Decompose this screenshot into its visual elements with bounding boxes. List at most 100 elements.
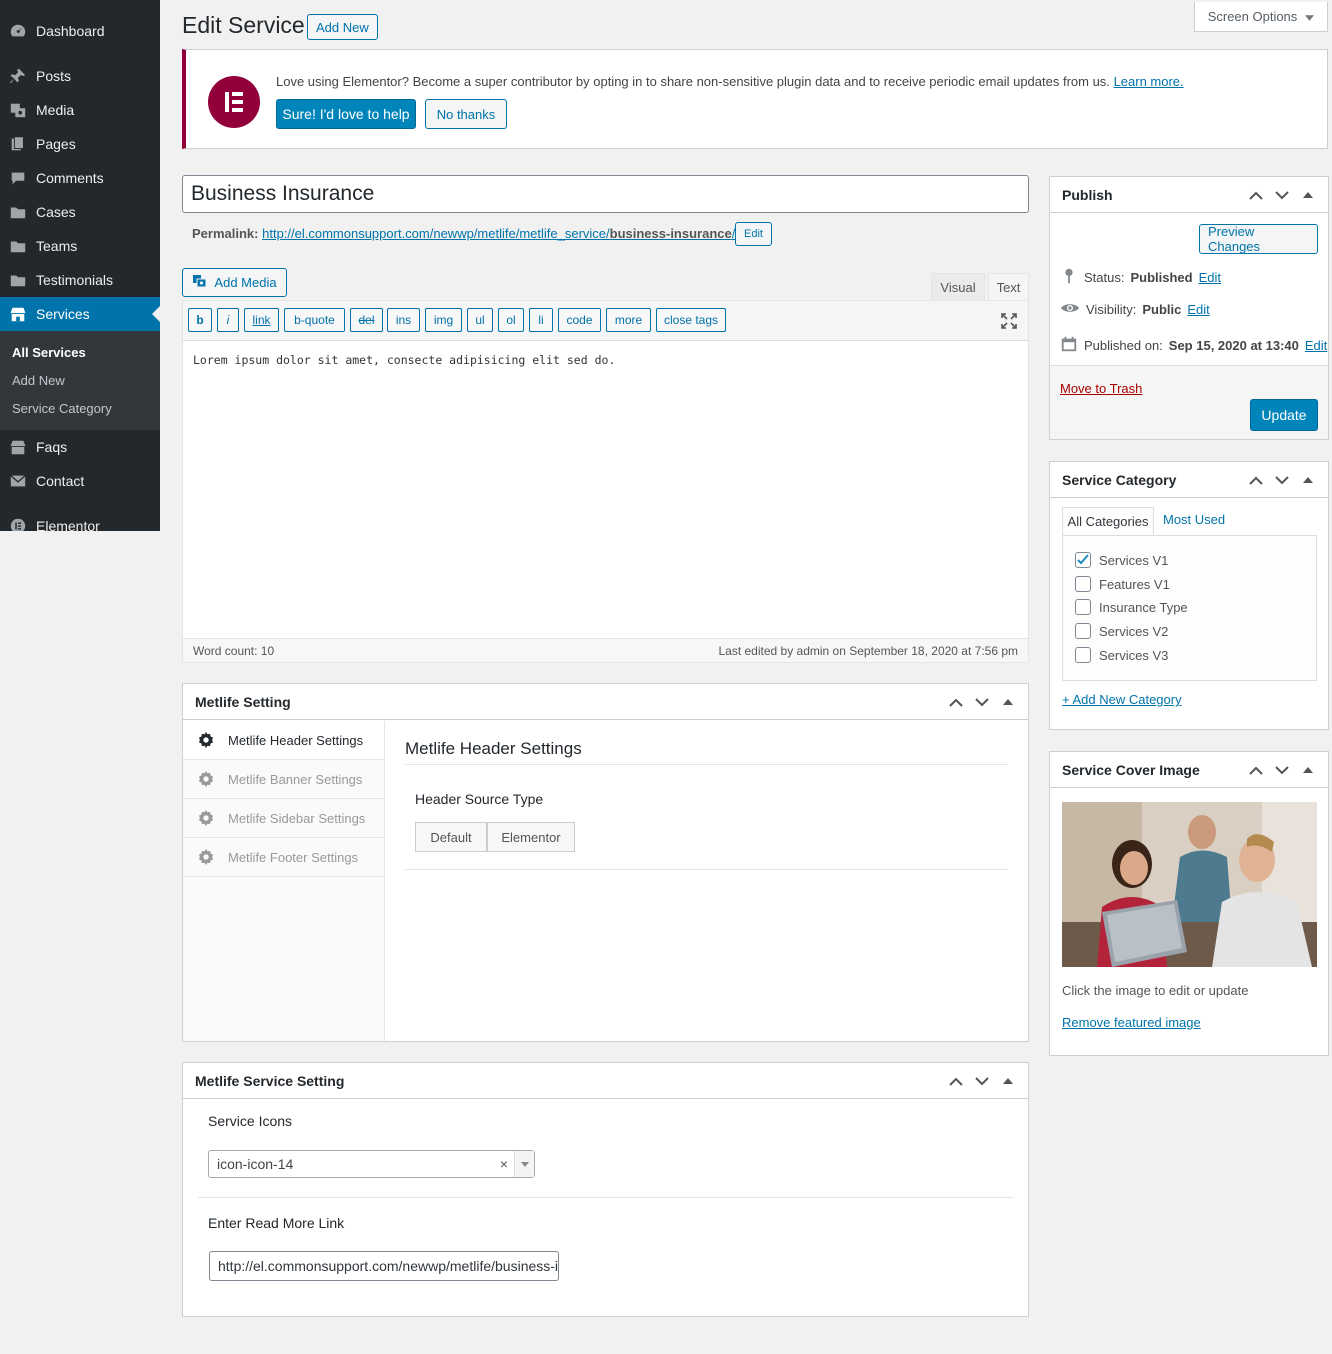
checkbox[interactable]: [1075, 599, 1091, 615]
elementor-option-button[interactable]: Elementor: [487, 822, 575, 852]
chevron-up-icon[interactable]: [946, 692, 966, 712]
edit-visibility-link[interactable]: Edit: [1187, 302, 1209, 317]
default-option-button[interactable]: Default: [415, 822, 487, 852]
clear-icon[interactable]: ×: [500, 1156, 508, 1172]
category-item[interactable]: Insurance Type: [1075, 599, 1188, 615]
submenu-service-category[interactable]: Service Category: [12, 401, 112, 416]
menu-cases[interactable]: Cases: [0, 195, 160, 229]
checkbox[interactable]: [1075, 623, 1091, 639]
chevron-up-icon[interactable]: [946, 1071, 966, 1091]
menu-faqs[interactable]: Faqs: [0, 430, 160, 464]
box-handle-actions: [946, 1063, 1018, 1099]
menu-media[interactable]: Media: [0, 93, 160, 127]
tab-all-categories[interactable]: All Categories: [1062, 507, 1154, 536]
qt-li-button[interactable]: li: [529, 308, 553, 332]
menu-posts[interactable]: Posts: [0, 59, 160, 93]
toggle-arrow-icon[interactable]: [1298, 470, 1318, 490]
chevron-down-icon[interactable]: [1272, 470, 1292, 490]
menu-pages[interactable]: Pages: [0, 127, 160, 161]
menu-services[interactable]: Services: [0, 297, 160, 331]
submenu-add-new[interactable]: Add New: [12, 373, 65, 388]
qt-close-tags-button[interactable]: close tags: [656, 308, 726, 332]
opt-in-button[interactable]: Sure! I'd love to help: [276, 99, 416, 129]
qt-bold-button[interactable]: b: [188, 308, 212, 332]
category-item[interactable]: Features V1: [1075, 576, 1170, 592]
chevron-down-icon[interactable]: [1272, 185, 1292, 205]
post-title-input[interactable]: Business Insurance: [182, 175, 1029, 213]
menu-contact[interactable]: Contact: [0, 464, 160, 498]
qt-img-button[interactable]: img: [425, 308, 462, 332]
qt-del-button[interactable]: del: [350, 308, 383, 332]
box-handle-actions: [1246, 752, 1318, 788]
featured-image[interactable]: [1062, 802, 1317, 967]
chevron-up-icon[interactable]: [1246, 470, 1266, 490]
media-icon: [8, 100, 28, 120]
elementor-notice: Love using Elementor? Become a super con…: [182, 49, 1328, 149]
checkbox[interactable]: [1075, 647, 1091, 663]
category-item[interactable]: Services V2: [1075, 623, 1168, 639]
chevron-down-icon[interactable]: [1272, 760, 1292, 780]
fullscreen-icon[interactable]: [1001, 313, 1017, 332]
submenu-all-services[interactable]: All Services: [12, 345, 86, 360]
chevron-down-icon[interactable]: [972, 692, 992, 712]
qt-more-button[interactable]: more: [606, 308, 651, 332]
tab-label: Metlife Sidebar Settings: [228, 810, 366, 826]
menu-dashboard[interactable]: Dashboard: [0, 14, 160, 48]
menu-comments[interactable]: Comments: [0, 161, 160, 195]
toggle-arrow-icon[interactable]: [1298, 185, 1318, 205]
preview-changes-button[interactable]: Preview Changes: [1199, 224, 1318, 254]
learn-more-link[interactable]: Learn more.: [1114, 74, 1184, 89]
read-more-input[interactable]: http://el.commonsupport.com/newwp/metlif…: [209, 1251, 559, 1281]
toggle-arrow-icon[interactable]: [998, 1071, 1018, 1091]
chevron-down-icon[interactable]: [972, 1071, 992, 1091]
screen-options-label: Screen Options: [1207, 9, 1298, 24]
update-button[interactable]: Update: [1250, 399, 1318, 431]
calendar-icon: [1060, 335, 1078, 356]
panel-title: Metlife Header Settings: [405, 739, 582, 758]
add-new-category-link[interactable]: + Add New Category: [1062, 692, 1182, 707]
tab-visual[interactable]: Visual: [931, 273, 985, 302]
tab-sidebar-settings[interactable]: Metlife Sidebar Settings: [183, 799, 384, 838]
edit-date-link[interactable]: Edit: [1305, 338, 1327, 353]
no-thanks-button[interactable]: No thanks: [425, 99, 507, 129]
tab-banner-settings[interactable]: Metlife Banner Settings: [183, 760, 384, 799]
checkbox-checked[interactable]: [1075, 552, 1091, 568]
toggle-arrow-icon[interactable]: [998, 692, 1018, 712]
select-arrow-icon[interactable]: [514, 1151, 534, 1177]
edit-status-link[interactable]: Edit: [1199, 270, 1221, 285]
add-new-button[interactable]: Add New: [307, 14, 378, 40]
menu-elementor[interactable]: Elementor: [0, 509, 160, 531]
last-edited: Last edited by admin on September 18, 20…: [718, 644, 1018, 658]
tab-most-used[interactable]: Most Used: [1163, 512, 1225, 527]
permalink-url[interactable]: http://el.commonsupport.com/newwp/metlif…: [262, 226, 735, 241]
category-item[interactable]: Services V3: [1075, 647, 1168, 663]
qt-ul-button[interactable]: ul: [467, 308, 493, 332]
tab-header-settings[interactable]: Metlife Header Settings: [183, 721, 384, 760]
add-media-button[interactable]: Add Media: [182, 268, 287, 297]
menu-label: Cases: [36, 204, 76, 220]
qt-code-button[interactable]: code: [558, 308, 601, 332]
category-label: Services V1: [1099, 552, 1169, 568]
category-item[interactable]: Services V1: [1075, 552, 1168, 568]
remove-featured-image-link[interactable]: Remove featured image: [1062, 1015, 1201, 1030]
move-to-trash-link[interactable]: Move to Trash: [1060, 381, 1142, 396]
qt-ol-button[interactable]: ol: [498, 308, 524, 332]
tab-text[interactable]: Text: [988, 273, 1029, 302]
service-icon-select[interactable]: icon-icon-14 ×: [208, 1150, 535, 1178]
qt-italic-button[interactable]: i: [217, 308, 239, 332]
qt-ins-button[interactable]: ins: [387, 308, 420, 332]
screen-options-button[interactable]: Screen Options: [1194, 2, 1328, 32]
chevron-up-icon[interactable]: [1246, 760, 1266, 780]
qt-link-button[interactable]: link: [244, 308, 279, 332]
tab-footer-settings[interactable]: Metlife Footer Settings: [183, 838, 384, 877]
chevron-up-icon[interactable]: [1246, 185, 1266, 205]
toggle-arrow-icon[interactable]: [1298, 760, 1318, 780]
qt-blockquote-button[interactable]: b-quote: [284, 308, 345, 332]
status-label: Status:: [1084, 270, 1125, 285]
menu-teams[interactable]: Teams: [0, 229, 160, 263]
editor-content[interactable]: Lorem ipsum dolor sit amet, consecte adi…: [193, 353, 615, 367]
folder-icon: [8, 236, 28, 256]
edit-permalink-button[interactable]: Edit: [735, 222, 772, 246]
menu-testimonials[interactable]: Testimonials: [0, 263, 160, 297]
checkbox[interactable]: [1075, 576, 1091, 592]
